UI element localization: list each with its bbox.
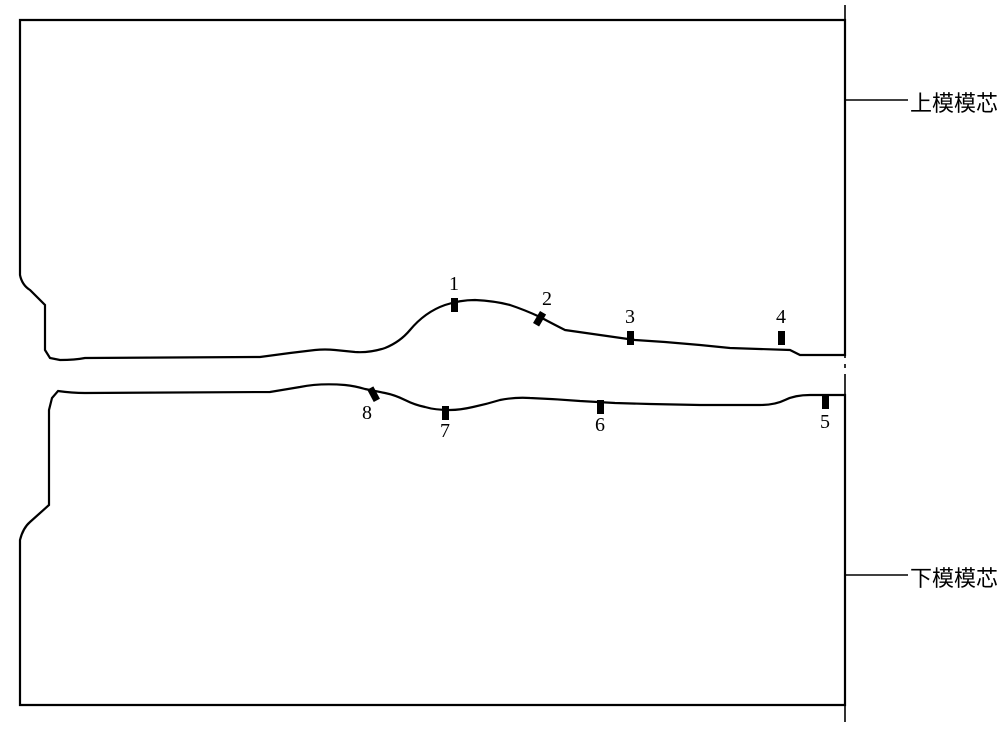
die-mold-diagram: 上模模芯 下模模芯 1 2 3 4 5 6 7 8 xyxy=(0,0,1000,727)
upper-die-outline xyxy=(20,20,845,360)
label-2: 2 xyxy=(542,288,552,311)
label-1: 1 xyxy=(449,273,459,296)
label-4: 4 xyxy=(776,306,786,329)
upper-die-label: 上模模芯 xyxy=(910,86,998,118)
lower-die-outline xyxy=(20,384,845,705)
label-7: 7 xyxy=(440,420,450,443)
tick-5 xyxy=(822,395,829,409)
tick-1 xyxy=(451,298,458,312)
mold-svg xyxy=(0,0,1000,727)
tick-4 xyxy=(778,331,785,345)
tick-6 xyxy=(597,400,604,414)
label-3: 3 xyxy=(625,306,635,329)
tick-7 xyxy=(442,406,449,420)
label-8: 8 xyxy=(362,402,372,425)
tick-3 xyxy=(627,331,634,345)
lower-die-label: 下模模芯 xyxy=(910,561,998,593)
label-6: 6 xyxy=(595,414,605,437)
label-5: 5 xyxy=(820,411,830,434)
tick-8 xyxy=(367,386,380,402)
